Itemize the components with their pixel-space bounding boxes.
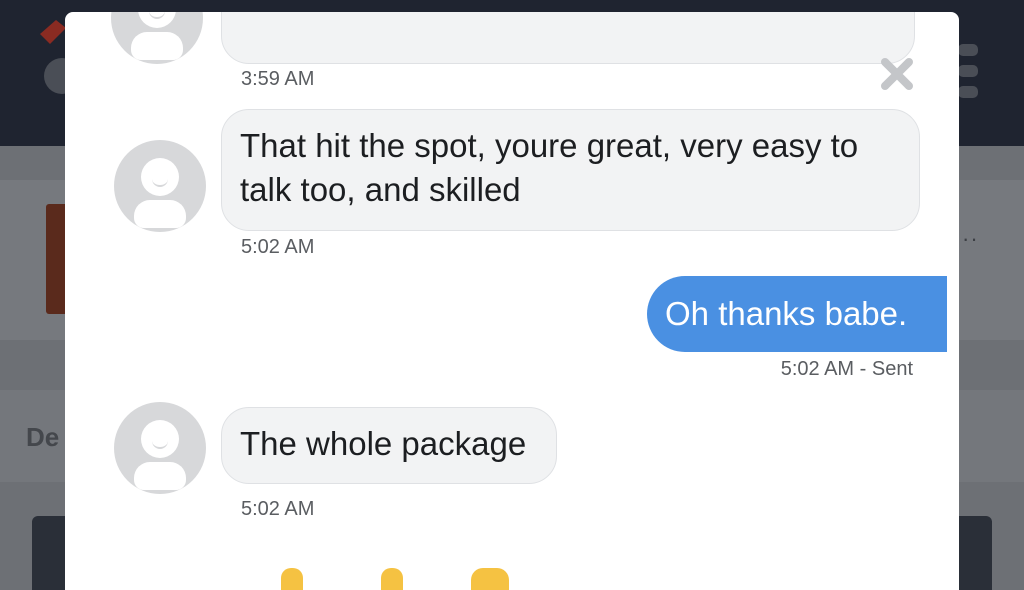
user-avatar bbox=[114, 140, 206, 232]
victory-hand-emoji-icon bbox=[471, 568, 509, 590]
close-icon[interactable] bbox=[877, 54, 917, 94]
message-timestamp: 5:02 AM bbox=[241, 236, 315, 258]
message-thread-modal: 3:59 AM That hit the spot, youre great, … bbox=[65, 12, 959, 590]
user-avatar bbox=[111, 12, 203, 64]
background-menu-icon bbox=[958, 44, 978, 107]
message-text: The whole package bbox=[240, 425, 527, 462]
incoming-message-bubble: The whole package bbox=[221, 407, 557, 484]
background-more-icon: ·· bbox=[962, 226, 979, 251]
default-user-avatar-icon bbox=[141, 158, 179, 196]
message-timestamp-sent: 5:02 AM - Sent bbox=[780, 358, 913, 380]
hand-emoji-icon bbox=[381, 568, 403, 590]
incoming-message-bubble: That hit the spot, youre great, very eas… bbox=[221, 109, 920, 231]
user-avatar bbox=[114, 402, 206, 494]
background-partial-text: De bbox=[26, 422, 60, 452]
message-text: Oh thanks babe. bbox=[665, 295, 908, 332]
previous-message-bubble bbox=[221, 12, 915, 64]
hand-emoji-icon bbox=[281, 568, 303, 590]
message-timestamp: 5:02 AM bbox=[241, 498, 315, 520]
message-timestamp: 3:59 AM bbox=[241, 68, 315, 90]
outgoing-message-bubble: Oh thanks babe. bbox=[647, 276, 947, 352]
message-text-line: That hit the spot, youre great, very eas… bbox=[240, 127, 859, 164]
emoji-reaction-row bbox=[275, 568, 535, 590]
message-text-line: talk too, and skilled bbox=[240, 171, 521, 208]
